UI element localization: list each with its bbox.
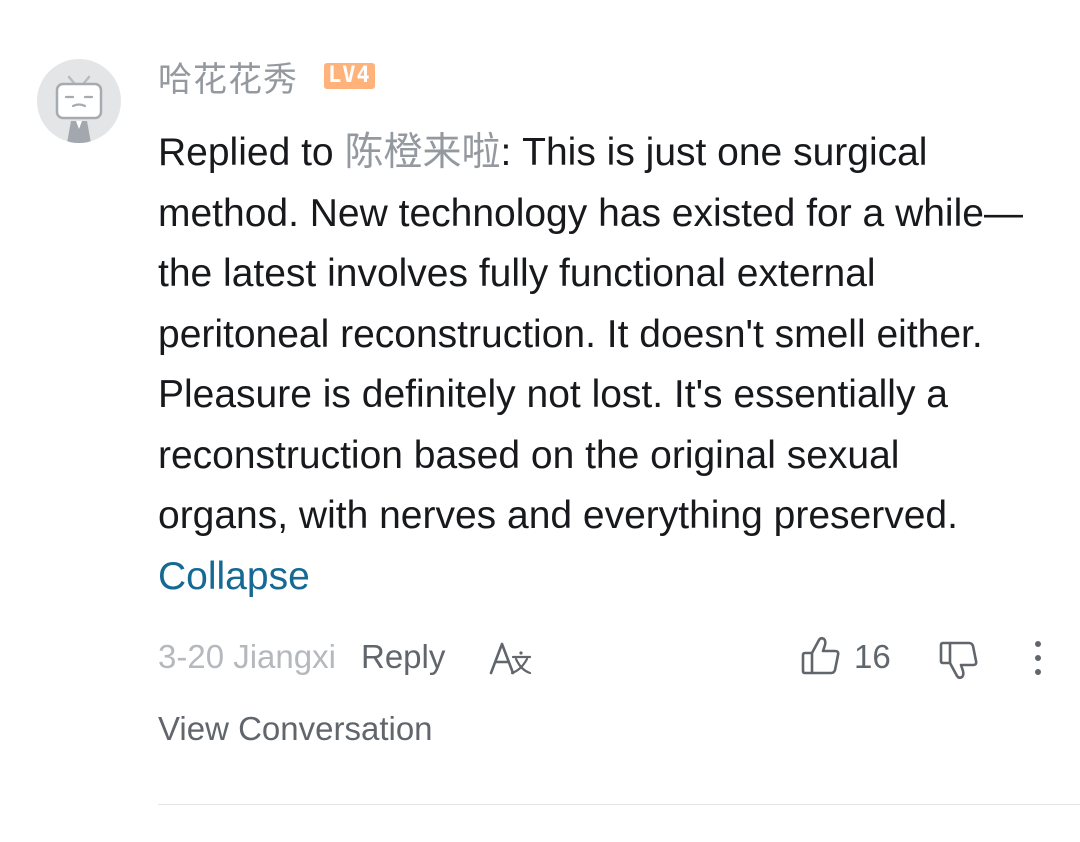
divider (158, 804, 1080, 805)
like-count: 16 (854, 638, 891, 675)
user-row: 哈花花秀 LV4 (158, 52, 375, 100)
reply-button[interactable]: Reply (361, 638, 445, 676)
reply-target-user[interactable]: 陈橙来啦 (344, 131, 500, 174)
thumbs-down-icon[interactable] (938, 639, 980, 681)
collapse-link[interactable]: Collapse (158, 555, 310, 598)
comment-actions: 3-20 Jiangxi Reply 16 (158, 630, 1058, 684)
comment-body: : This is just one surgical method. New … (158, 131, 1023, 537)
view-conversation-link[interactable]: View Conversation (158, 710, 433, 748)
avatar[interactable] (37, 59, 121, 143)
username[interactable]: 哈花花秀 (158, 52, 298, 101)
translate-icon[interactable] (489, 640, 533, 676)
more-vertical-icon[interactable] (1028, 638, 1048, 678)
date-location: 3-20 Jiangxi (158, 638, 336, 675)
reply-prefix: Replied to (158, 131, 345, 174)
tv-avatar-icon (55, 75, 103, 143)
thumbs-up-icon[interactable] (800, 635, 842, 677)
level-badge: LV4 (324, 63, 375, 89)
comment-item: 哈花花秀 LV4 Replied to 陈橙来啦: This is just o… (0, 0, 1080, 842)
comment-content: Replied to 陈橙来啦: This is just one surgic… (158, 123, 1038, 607)
